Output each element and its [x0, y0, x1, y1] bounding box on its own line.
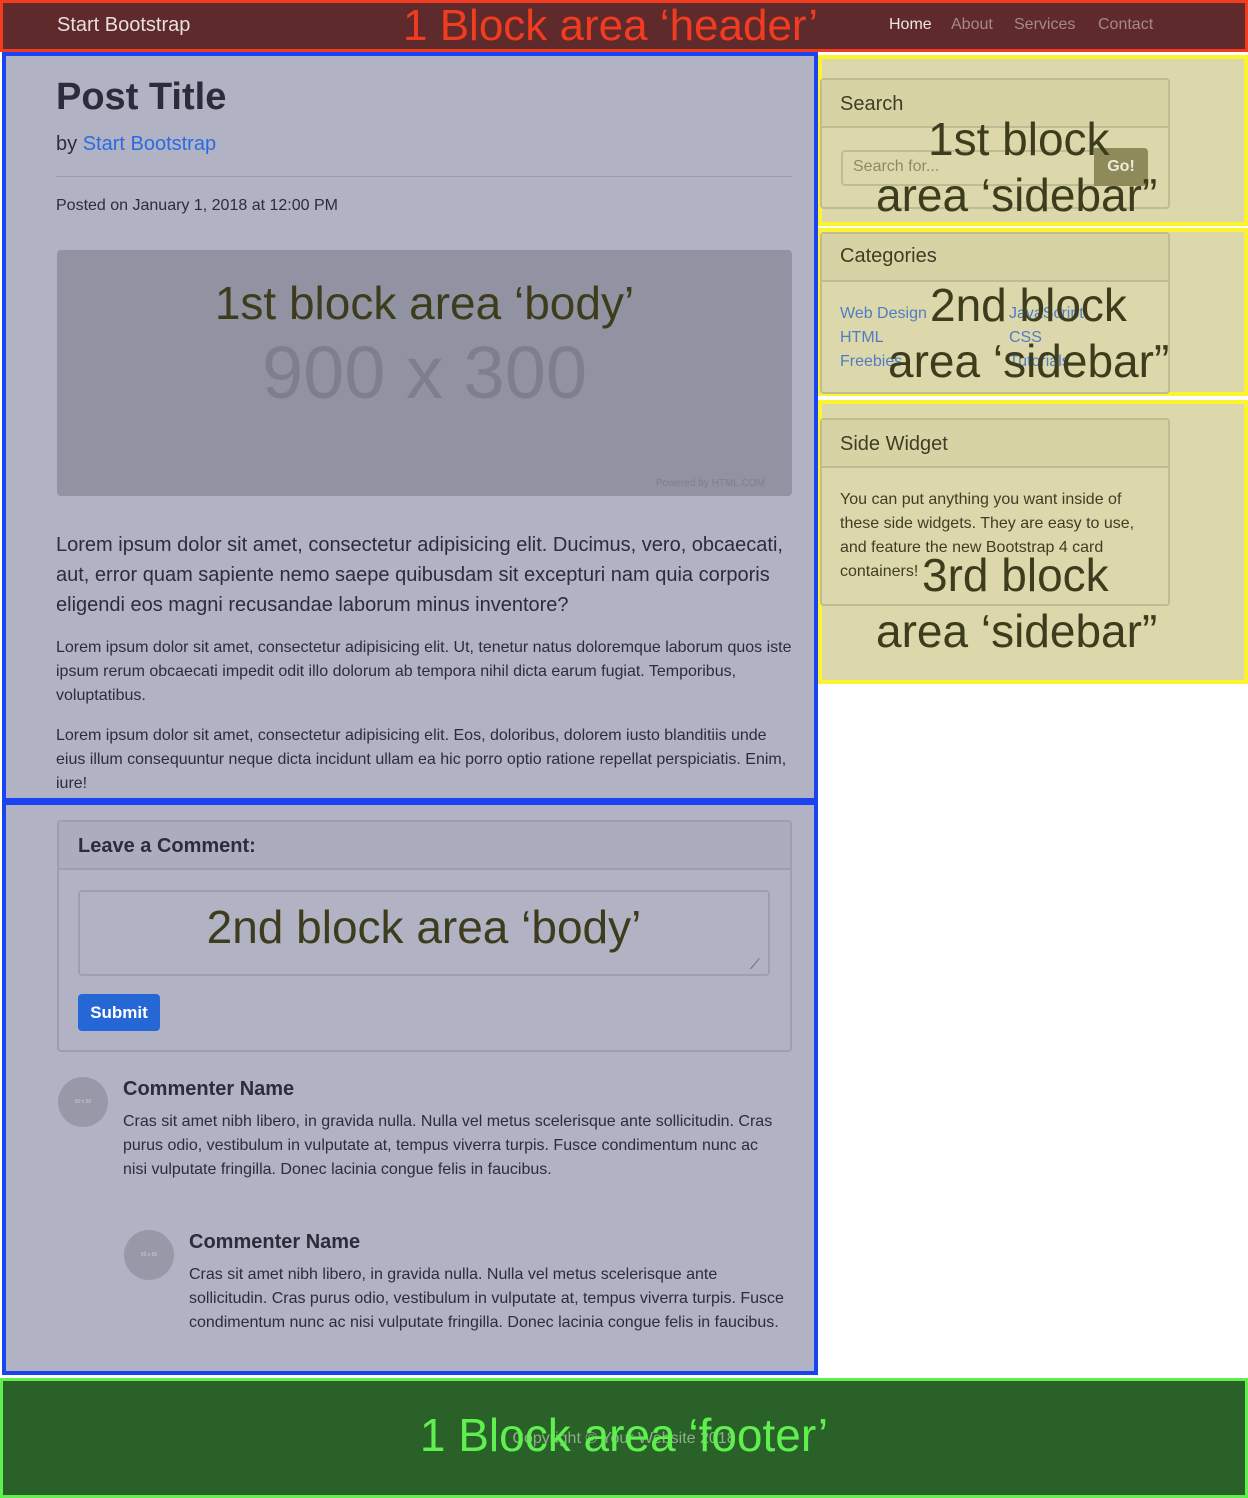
sidebar-block-1-label: 1st block	[928, 113, 1110, 165]
comment-card-title: Leave a Comment:	[78, 835, 256, 857]
category-link[interactable]: Web Design	[840, 305, 927, 323]
divider	[56, 176, 792, 177]
brand-link[interactable]: Start Bootstrap	[57, 14, 190, 37]
category-link[interactable]: HTML	[840, 329, 884, 347]
body-block-2-label: 2nd block area ‘body’	[206, 901, 642, 953]
byline-prefix: by	[56, 133, 78, 155]
post-image-dimensions: 900 x 300	[261, 331, 588, 414]
nav-contact-link[interactable]: Contact	[1098, 16, 1153, 34]
commenter-name: Commenter Name	[123, 1078, 295, 1100]
commenter-name: Commenter Name	[189, 1231, 361, 1253]
comment-text: Cras sit amet nibh libero, in gravida nu…	[189, 1266, 784, 1331]
sidebar-block-2-label: 2nd block	[930, 279, 1127, 331]
nav-services-link[interactable]: Services	[1014, 16, 1075, 34]
avatar: 50 x 50	[124, 1230, 174, 1280]
categories-card-title: Categories	[840, 245, 937, 267]
comment-text: Cras sit amet nibh libero, in gravida nu…	[123, 1113, 773, 1178]
post-date: Posted on January 1, 2018 at 12:00 PM	[56, 197, 338, 214]
side-widget-title: Side Widget	[840, 433, 948, 455]
nav-about-link[interactable]: About	[951, 16, 993, 34]
post-title: Post Title	[56, 76, 227, 118]
search-card-title: Search	[840, 93, 904, 115]
image-credit: Powered by HTML.COM	[656, 478, 765, 489]
avatar: 50 x 50	[58, 1077, 108, 1127]
header-area-label: 1 Block area ‘header’	[403, 1, 818, 50]
sidebar-block-3-label: area ‘sidebar”	[876, 605, 1158, 657]
post-paragraph: Lorem ipsum dolor sit amet, consectetur …	[56, 727, 787, 792]
post-byline: by Start Bootstrap	[56, 133, 216, 156]
author-link[interactable]: Start Bootstrap	[83, 133, 216, 155]
submit-button[interactable]: Submit	[78, 994, 160, 1031]
resize-grip-icon[interactable]: ⟋	[750, 956, 760, 973]
sidebar-block-2-label: area ‘sidebar”	[888, 335, 1170, 387]
footer-area-label: 1 Block area ‘footer’	[419, 1409, 829, 1461]
nav-home-link[interactable]: Home	[889, 16, 932, 34]
sidebar-block-3-label: 3rd block	[922, 549, 1109, 601]
sidebar-block-1-label: area ‘sidebar”	[876, 169, 1158, 221]
body-block-1-label: 1st block area ‘body’	[214, 277, 635, 329]
post-paragraph: Lorem ipsum dolor sit amet, consectetur …	[56, 639, 792, 704]
post-lead: Lorem ipsum dolor sit amet, consectetur …	[56, 534, 783, 616]
